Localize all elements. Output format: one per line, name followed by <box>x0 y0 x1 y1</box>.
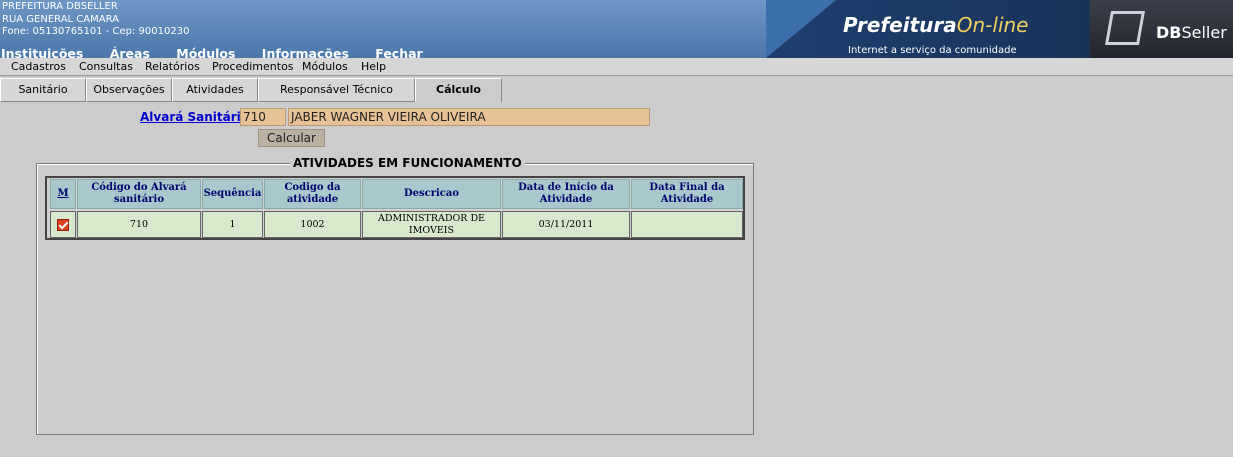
org-info: PREFEITURA DBSELLER RUA GENERAL CAMARA F… <box>2 1 189 39</box>
tab-sanitario[interactable]: Sanitário <box>0 78 86 102</box>
col-header-data-inicio: Data de Início da Atividade <box>502 179 630 209</box>
logo-title-main: Prefeitura <box>843 13 957 37</box>
menu-consultas[interactable]: Consultas <box>79 60 133 73</box>
alvara-code-input[interactable]: 710 <box>240 108 286 126</box>
header-banner: PREFEITURA DBSELLER RUA GENERAL CAMARA F… <box>0 0 1233 61</box>
col-header-codigo-atividade: Codigo da atividade <box>264 179 361 209</box>
cell-data-inicio: 03/11/2011 <box>502 211 630 238</box>
logo-subtitle: Internet a serviço da comunidade <box>848 45 1017 56</box>
logo-area: PrefeituraOn-line Internet a serviço da … <box>766 0 1233 58</box>
org-name: PREFEITURA DBSELLER <box>2 1 118 12</box>
cell-codigo-atividade: 1002 <box>264 211 361 238</box>
col-header-codigo-alvara: Código do Alvará sanitário <box>77 179 201 209</box>
cell-codigo-alvara: 710 <box>77 211 201 238</box>
cell-data-final <box>631 211 743 238</box>
alvara-sanitario-link[interactable]: Alvará Sanitário: <box>140 110 254 124</box>
brand-rest: Seller <box>1181 23 1227 42</box>
fieldset-legend: ATIVIDADES EM FUNCIONAMENTO <box>290 156 525 170</box>
menu-cadastros[interactable]: Cadastros <box>11 60 66 73</box>
menu-relatorios[interactable]: Relatórios <box>145 60 200 73</box>
org-address: RUA GENERAL CAMARA <box>2 13 119 25</box>
cell-sequencia: 1 <box>202 211 263 238</box>
menu-help[interactable]: Help <box>361 60 386 73</box>
logo-title: PrefeituraOn-line <box>843 13 1028 37</box>
row-checkbox-cell <box>50 211 76 238</box>
col-header-descricao: Descricao <box>362 179 501 209</box>
tab-calculo[interactable]: Cálculo <box>415 78 502 102</box>
tab-responsavel-tecnico[interactable]: Responsável Técnico <box>258 78 415 102</box>
row-select-checkbox[interactable] <box>57 218 69 231</box>
dbseller-mark-icon <box>1105 11 1145 45</box>
calcular-button[interactable]: Calcular <box>258 129 325 147</box>
dbseller-wordmark: DBSeller <box>1156 23 1227 42</box>
col-header-sequencia: Sequência <box>202 179 263 209</box>
cell-descricao: ADMINISTRADOR DE IMOVEIS <box>362 211 501 238</box>
tab-atividades[interactable]: Atividades <box>172 78 258 102</box>
dbseller-logo: DBSeller <box>1090 0 1233 58</box>
alvara-name-input[interactable]: JABER WAGNER VIEIRA OLIVEIRA <box>288 108 650 126</box>
logo-wedge <box>766 0 836 58</box>
menu-modulos[interactable]: Módulos <box>302 60 348 73</box>
col-header-data-final: Data Final da Atividade <box>631 179 743 209</box>
tab-observacoes[interactable]: Observações <box>86 78 172 102</box>
brand-bold: DB <box>1156 23 1182 42</box>
menu-procedimentos[interactable]: Procedimentos <box>212 60 294 73</box>
atividades-grid: M Código do Alvará sanitário Sequência C… <box>45 176 745 240</box>
org-contact: Fone: 05130765101 - Cep: 90010230 <box>2 26 190 37</box>
col-header-m[interactable]: M <box>50 179 76 209</box>
menu-bar: Cadastros Consultas Relatórios Procedime… <box>0 58 1233 76</box>
logo-title-accent: On-line <box>956 13 1029 37</box>
